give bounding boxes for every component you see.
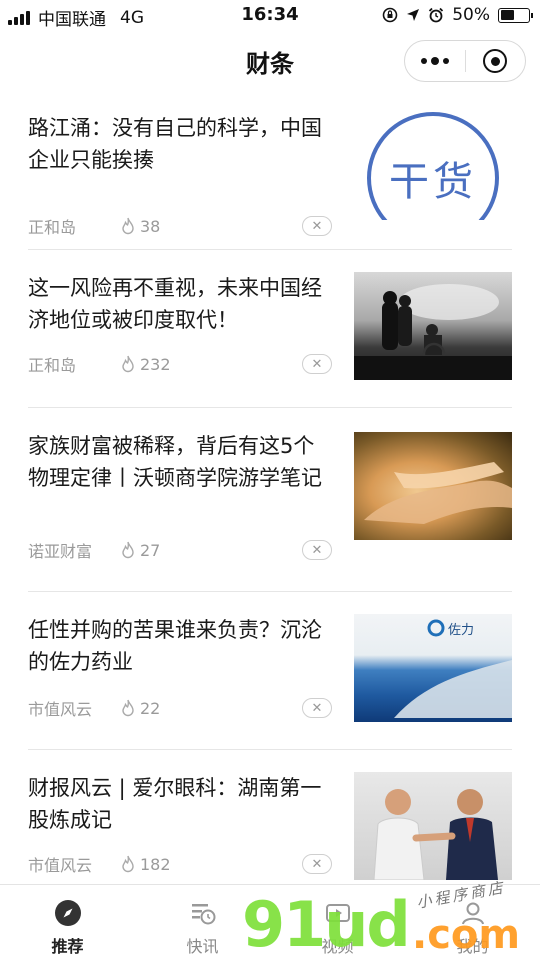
article-item[interactable]: 财报风云 | 爱尔眼科：湖南第一股炼成记 市值风云 182 ✕ — [28, 772, 512, 902]
article-item[interactable]: 家族财富被稀释，背后有这5个物理定律丨沃顿商学院游学笔记 诺亚财富 27 ✕ — [28, 430, 512, 592]
wheelchair-photo — [354, 284, 512, 380]
tab-recommend[interactable]: 推荐 — [0, 885, 135, 960]
news-clock-icon — [189, 899, 217, 927]
flame-icon — [122, 699, 134, 717]
article-thumbnail — [354, 772, 512, 880]
article-thumbnail: 佐力 — [354, 614, 512, 722]
read-count: 182 — [140, 854, 171, 874]
read-count: 22 — [140, 698, 161, 718]
battery-icon — [498, 7, 533, 23]
read-count: 38 — [140, 216, 161, 236]
sail-photo: 佐力 — [394, 619, 512, 718]
nav-bar: 财条 — [0, 32, 540, 90]
video-icon — [324, 899, 352, 927]
read-count: 232 — [140, 354, 171, 374]
flame-icon — [122, 355, 134, 373]
article-item[interactable]: 任性并购的苦果谁来负责？沉沦的佐力药业 市值风云 22 ✕ 佐力 — [28, 614, 512, 750]
article-item[interactable]: 这一风险再不重视，未来中国经济地位或被印度取代！ 正和岛 232 ✕ — [28, 272, 512, 408]
handshake-photo — [373, 789, 498, 880]
target-icon — [483, 49, 508, 73]
dismiss-button[interactable]: ✕ — [302, 354, 332, 374]
dismiss-button[interactable]: ✕ — [302, 854, 332, 874]
status-bar: 中国联通 4G 16:34 50% — [0, 0, 540, 32]
compass-icon — [54, 899, 82, 927]
article-title: 这一风险再不重视，未来中国经济地位或被印度取代！ — [28, 276, 322, 332]
article-title: 财报风云 | 爱尔眼科：湖南第一股炼成记 — [28, 776, 322, 832]
article-meta: 正和岛 232 — [28, 352, 171, 376]
location-icon — [407, 9, 420, 21]
close-icon: ✕ — [311, 542, 323, 558]
thumbnail-stamp: 干货 — [367, 112, 499, 220]
close-icon: ✕ — [311, 356, 323, 372]
tab-label: 我的 — [456, 937, 489, 956]
logo-text: 佐力 — [448, 623, 474, 638]
dismiss-button[interactable]: ✕ — [302, 216, 332, 236]
article-meta: 市值风云 182 — [28, 852, 171, 876]
close-program-button[interactable] — [465, 41, 525, 81]
article-title: 家族财富被稀释，背后有这5个物理定律丨沃顿商学院游学笔记 — [28, 434, 322, 490]
article-meta: 市值风云 22 — [28, 696, 160, 720]
article-thumbnail — [354, 272, 512, 380]
mini-program-capsule — [404, 40, 526, 82]
more-dots-icon — [420, 58, 427, 64]
article-meta: 诺亚财富 27 — [28, 538, 160, 562]
tab-flash-news[interactable]: 快讯 — [135, 885, 270, 960]
tab-label: 视频 — [321, 937, 354, 956]
close-icon: ✕ — [311, 700, 323, 716]
tab-label: 推荐 — [51, 937, 84, 956]
read-count: 27 — [140, 540, 161, 560]
article-thumbnail — [354, 432, 512, 540]
close-icon: ✕ — [311, 218, 323, 234]
close-icon: ✕ — [311, 856, 323, 872]
article-source: 正和岛 — [28, 356, 77, 375]
article-source: 市值风云 — [28, 856, 93, 875]
rotation-lock-icon — [382, 7, 398, 23]
tab-mine[interactable]: 我的 — [405, 885, 540, 960]
tab-bar: 推荐 快讯 视频 我的 — [0, 884, 540, 960]
hands-photo — [364, 462, 512, 524]
more-dot-right — [442, 58, 449, 64]
thumbnail-text: 干货 — [389, 159, 477, 205]
more-button[interactable] — [405, 41, 465, 81]
article-meta: 正和岛 38 — [28, 214, 160, 238]
more-dot-center — [430, 57, 439, 65]
article-source: 正和岛 — [28, 218, 77, 237]
battery-percent: 50% — [452, 5, 490, 25]
article-item[interactable]: 路江涌：没有自己的科学，中国企业只能挨揍 正和岛 38 ✕ 干货 — [28, 112, 512, 250]
article-thumbnail: 干货 — [354, 112, 512, 220]
alarm-icon — [429, 7, 444, 23]
article-source: 市值风云 — [28, 700, 93, 719]
tab-video[interactable]: 视频 — [270, 885, 405, 960]
flame-icon — [122, 217, 134, 235]
article-source: 诺亚财富 — [28, 542, 93, 561]
dismiss-button[interactable]: ✕ — [302, 698, 332, 718]
flame-icon — [122, 541, 134, 559]
dismiss-button[interactable]: ✕ — [302, 540, 332, 560]
article-title: 任性并购的苦果谁来负责？沉沦的佐力药业 — [28, 618, 322, 674]
user-icon — [459, 899, 487, 927]
article-title: 路江涌：没有自己的科学，中国企业只能挨揍 — [28, 116, 322, 172]
tab-label: 快讯 — [186, 937, 219, 956]
flame-icon — [122, 855, 134, 873]
